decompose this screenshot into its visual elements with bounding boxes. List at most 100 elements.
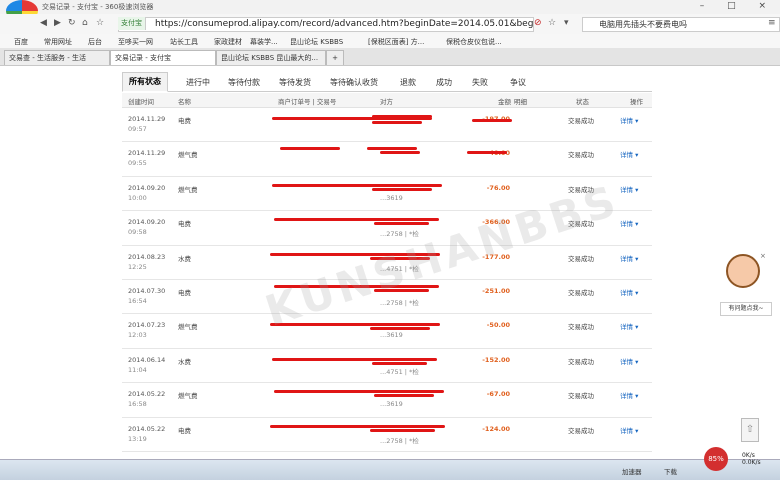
redaction-mark (367, 147, 417, 151)
row-party-no: ...3619 (380, 331, 403, 340)
net-up: 0K/s (742, 452, 755, 459)
row-detail-link[interactable]: 详情 ▾ (620, 115, 638, 125)
row-status: 交易成功 (568, 288, 594, 297)
fav-item[interactable]: 家政建材 (214, 37, 242, 47)
row-name: 电费 (178, 117, 191, 125)
row-detail-link[interactable]: 详情 ▾ (620, 321, 638, 331)
redaction-mark (272, 183, 442, 187)
row-detail-link[interactable]: 详情 ▾ (620, 149, 638, 159)
redaction-mark (270, 424, 445, 428)
speed-ball[interactable]: 85% (704, 447, 728, 471)
accelerator-item[interactable]: 加速器 (622, 466, 642, 476)
row-amount: -67.00 (486, 390, 510, 399)
window-controls[interactable]: – □ × (700, 1, 776, 11)
row-name: 燃气费 (178, 185, 198, 194)
filter-all[interactable]: 所有状态 (122, 72, 168, 92)
fav-item[interactable]: 后台 (88, 37, 102, 47)
row-status: 交易成功 (568, 254, 594, 263)
filter-wait-confirm[interactable]: 等待确认收货 (330, 77, 378, 88)
fav-item[interactable]: 昆山论坛 KSBBS (290, 37, 343, 47)
row-time: 09:58 (128, 228, 147, 237)
row-time: 11:04 (128, 365, 147, 374)
redaction-mark (372, 121, 422, 124)
row-status: 交易成功 (568, 323, 594, 332)
redaction-mark (372, 361, 427, 365)
row-date: 2014.09.20 (128, 218, 166, 227)
row-time: 10:00 (128, 193, 147, 202)
redaction-mark (274, 390, 444, 394)
fav-item[interactable]: 保税仓皮仪包说... (446, 37, 502, 47)
table-row: 2014.06.14 11:04 水费 ...4751 | *检 -152.00 交易成功… (122, 349, 652, 384)
row-time: 16:54 (128, 296, 147, 305)
row-name: 水费 (178, 357, 191, 366)
header-detail-col: 明细 (514, 98, 527, 106)
window-titlebar: 交易记录 - 支付宝 - 360极速浏览器 – □ × (0, 0, 780, 22)
fav-item[interactable]: 至哆买一网 (118, 37, 153, 47)
search-input[interactable]: 电脑用先插头不要费电吗 (582, 17, 780, 32)
row-time: 09:57 (128, 125, 147, 133)
download-item[interactable]: 下载 (664, 466, 677, 476)
row-date: 2014.05.22 (128, 424, 166, 433)
header-party: 对方 (380, 98, 393, 106)
fav-item[interactable]: 幕装学... (250, 37, 278, 47)
home-icon[interactable]: ⌂ (82, 18, 88, 28)
redaction-mark (467, 151, 507, 155)
filter-in-progress[interactable]: 进行中 (186, 77, 210, 88)
row-status: 交易成功 (568, 151, 594, 160)
help-label[interactable]: 有问题点我~ (720, 302, 772, 316)
back-icon[interactable]: ◀ (40, 18, 47, 28)
row-date: 2014.05.22 (128, 390, 166, 399)
header-name: 名称 (178, 98, 191, 106)
filter-dispute[interactable]: 争议 (510, 77, 526, 88)
fav-item[interactable]: 常用网址 (44, 37, 72, 47)
row-detail-link[interactable]: 详情 ▾ (620, 287, 638, 297)
row-amount: -76.00 (486, 183, 510, 192)
redaction-mark (370, 428, 435, 432)
tab-bar: 交易查 - 生活服务 - 生活 交易记录 - 支付宝 昆山论坛 KSBBS 昆山… (0, 48, 780, 66)
filter-refund[interactable]: 退款 (400, 77, 416, 88)
row-amount: -124.00 (482, 424, 510, 433)
row-status: 交易成功 (568, 426, 594, 435)
row-party-no: ...3619 (380, 400, 403, 409)
header-amount: 金额 (498, 98, 511, 106)
tab-ksbbs[interactable]: 昆山论坛 KSBBS 昆山最大的... (216, 50, 326, 65)
url-input[interactable]: https://consumeprod.alipay.com/record/ad… (118, 17, 534, 32)
filter-wait-ship[interactable]: 等待发货 (279, 77, 311, 88)
help-widget[interactable]: × 有问题点我~ (720, 252, 772, 316)
row-detail-link[interactable]: 详情 ▾ (620, 390, 638, 400)
favorites-bar: 百度 常用网址 后台 至哆买一网 站长工具 家政建材 幕装学... 昆山论坛 K… (0, 34, 780, 49)
table-row: 2014.07.23 12:03 燃气费 ...3619 -50.00 交易成功 详情 ▾ (122, 314, 652, 349)
new-tab-button[interactable]: + (326, 50, 344, 65)
fav-item[interactable]: [保税区面表] 方... (368, 37, 424, 47)
tab-alipay-records[interactable]: 交易记录 - 支付宝 (110, 50, 216, 65)
security-icon[interactable]: ⊘ (534, 18, 542, 28)
row-status: 交易成功 (568, 357, 594, 366)
row-amount: -251.00 (482, 286, 510, 295)
row-detail-link[interactable]: 详情 ▾ (620, 356, 638, 366)
row-detail-link[interactable]: 详情 ▾ (620, 184, 638, 194)
tab-other[interactable]: 交易查 - 生活服务 - 生活 (4, 50, 110, 65)
forward-icon[interactable]: ▶ (54, 18, 61, 28)
net-speed: 0K/s 0.0K/s (742, 452, 761, 466)
row-detail-link[interactable]: 详情 ▾ (620, 253, 638, 263)
filter-success[interactable]: 成功 (436, 77, 452, 88)
scroll-top-icon[interactable]: ⇧ (741, 418, 759, 442)
header-status: 状态 (576, 98, 589, 106)
close-icon[interactable]: × (760, 252, 766, 260)
dropdown-icon[interactable]: ▾ (564, 18, 569, 28)
refresh-icon[interactable]: ↻ (68, 18, 76, 28)
filter-wait-pay[interactable]: 等待付款 (228, 77, 260, 88)
bookmark-icon[interactable]: ☆ (548, 18, 556, 28)
fav-item[interactable]: 站长工具 (170, 37, 198, 47)
row-date: 2014.09.20 (128, 183, 166, 192)
redaction-mark (274, 218, 439, 222)
filter-fail[interactable]: 失败 (472, 77, 488, 88)
row-party-no: ...4751 | *检 (380, 367, 419, 376)
redaction-mark (272, 357, 437, 361)
row-detail-link[interactable]: 详情 ▾ (620, 425, 638, 435)
menu-icon[interactable]: ≡ (768, 18, 776, 28)
row-party-no: ...2758 | *检 (380, 436, 419, 445)
fav-item[interactable]: 百度 (14, 37, 28, 47)
star-icon[interactable]: ☆ (96, 18, 104, 28)
row-date: 2014.08.23 (128, 252, 166, 261)
